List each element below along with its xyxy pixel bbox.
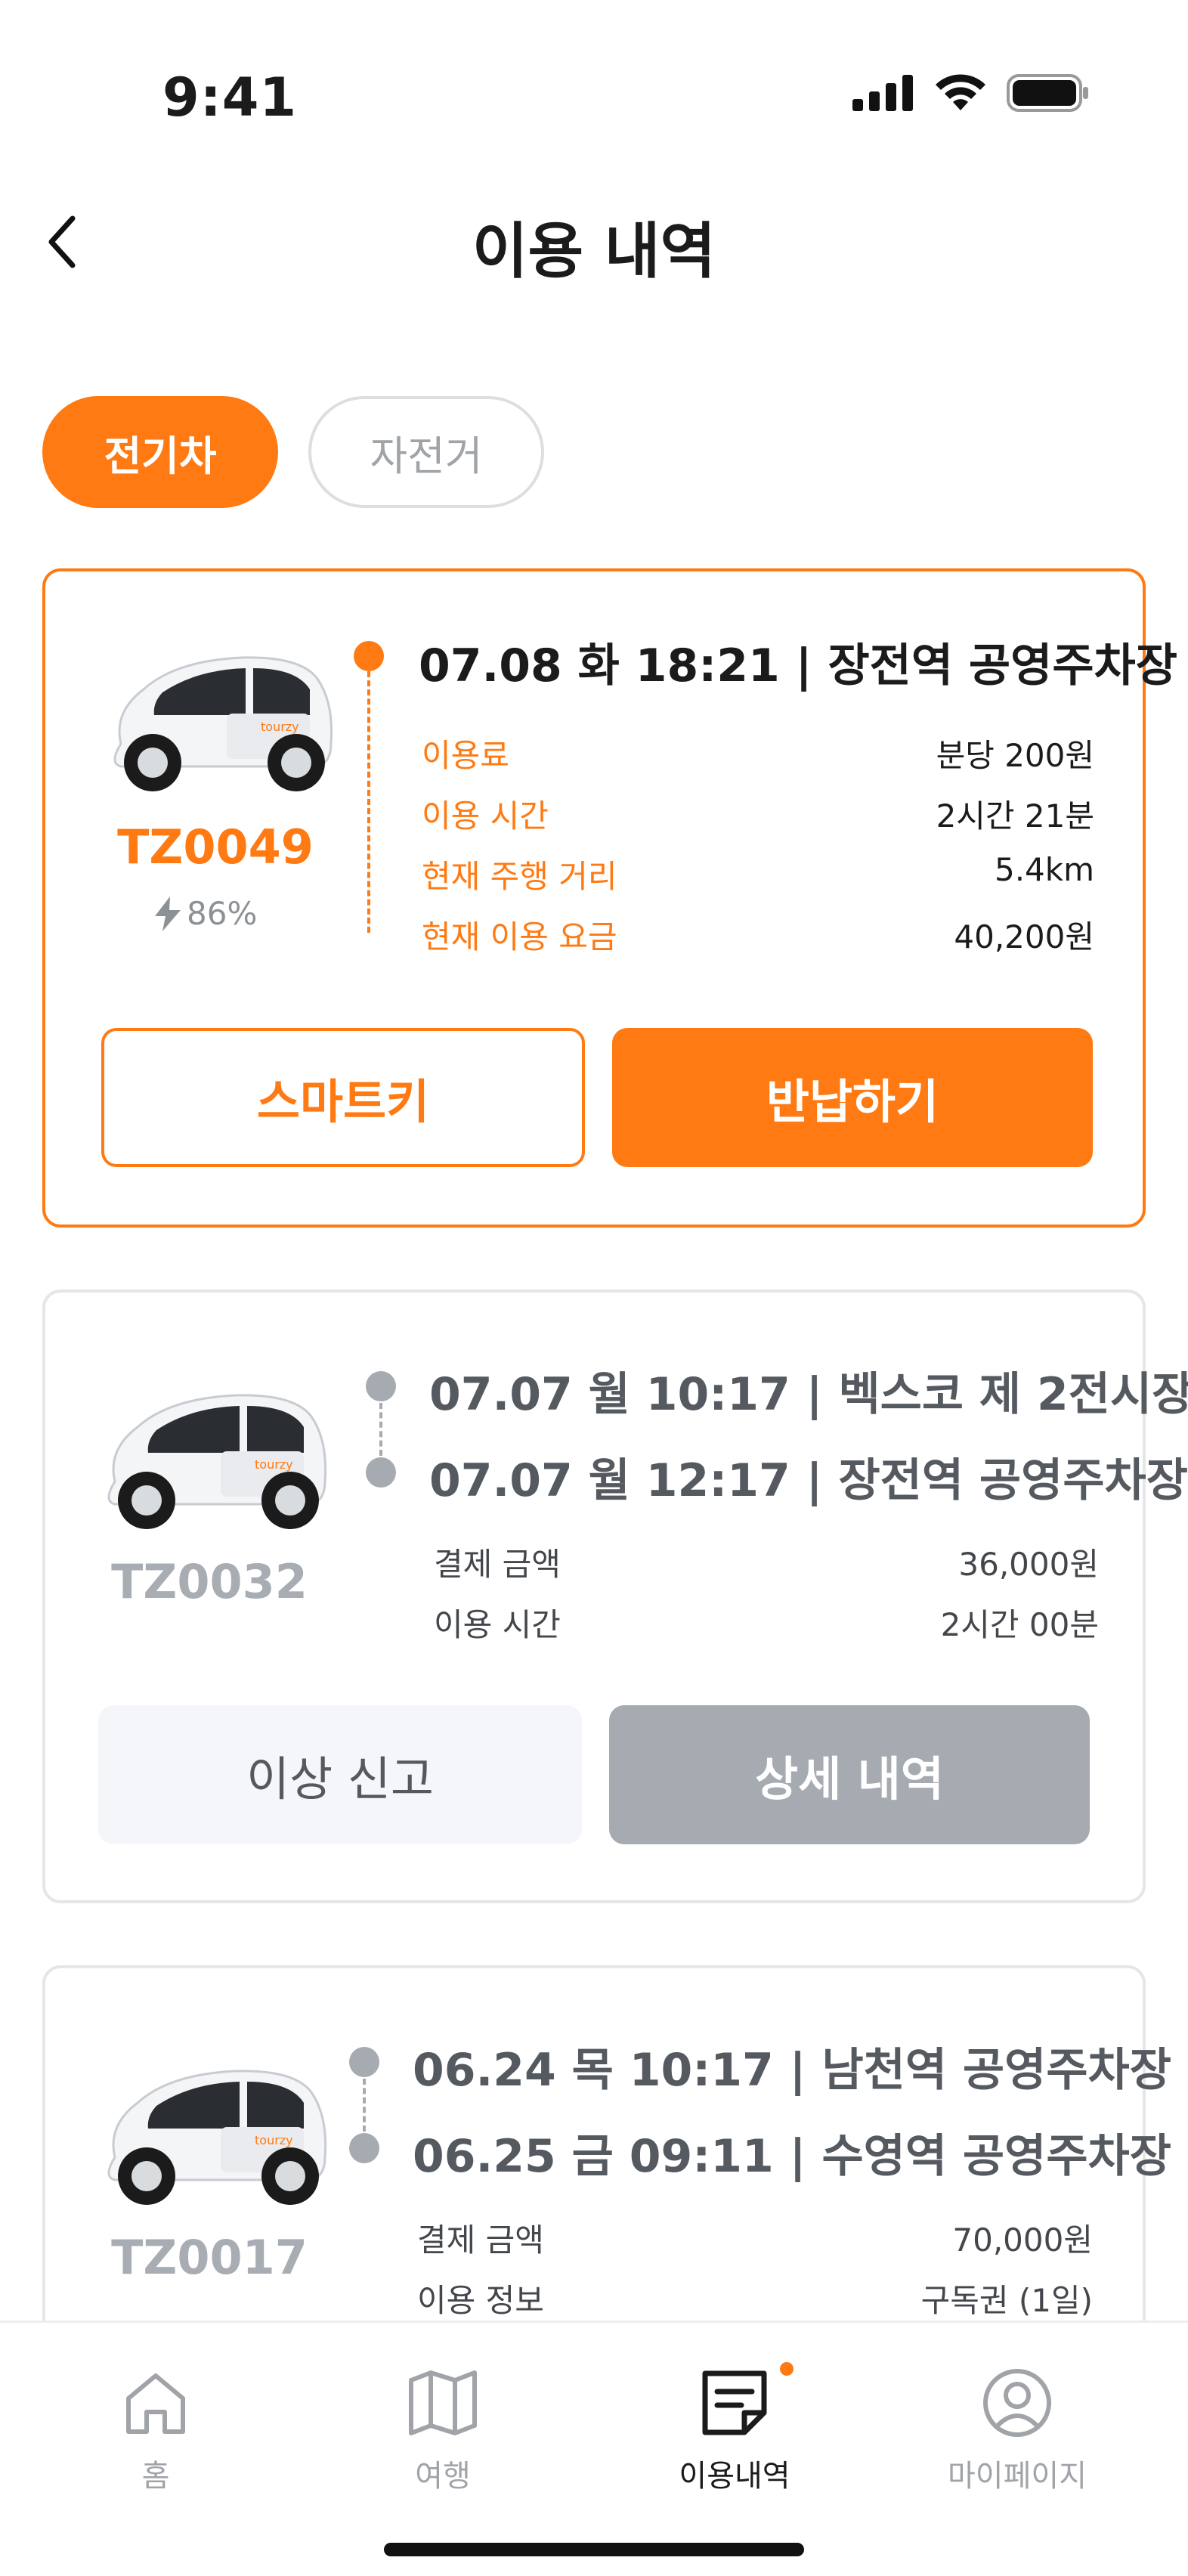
- detail-value: 분당 200원: [936, 737, 1094, 774]
- battery-level: 86%: [155, 895, 257, 932]
- status-icons: [852, 74, 1090, 112]
- page-title: 이용 내역: [472, 216, 716, 286]
- detail-label: 이용 시간: [434, 1606, 561, 1643]
- detail-label: 현재 이용 요금: [422, 918, 617, 955]
- vehicle-code: TZ0049: [117, 819, 314, 875]
- detail-value: 36,000원: [958, 1546, 1099, 1583]
- detail-value: 2시간 21분: [936, 797, 1094, 834]
- detail-row: 현재 이용 요금 40,200원: [422, 912, 1094, 958]
- detail-label: 이용료: [422, 737, 509, 774]
- notification-dot: [780, 2362, 794, 2376]
- return-button[interactable]: 반납하기: [612, 1028, 1093, 1167]
- timeline-start-dot: [366, 1371, 396, 1401]
- detail-label: 현재 주행 거리: [422, 858, 617, 895]
- screen: 9:41 이용 내역 전기차 자전거 tourzy TZ0049 86% 07.…: [0, 0, 1188, 2576]
- detail-row: 현재 주행 거리 5.4km: [422, 851, 1094, 897]
- status-time: 9:41: [162, 67, 298, 128]
- detail-value: 2시간 00분: [940, 1606, 1099, 1643]
- car-image: tourzy: [113, 656, 333, 791]
- timeline-start-dot: [349, 2047, 379, 2077]
- detail-value: 구독권 (1일): [920, 2282, 1093, 2319]
- detail-row: 결제 금액 36,000원: [434, 1539, 1099, 1585]
- trip-start: 06.24 목 10:17 | 남천역 공영주차장: [413, 2044, 1171, 2097]
- timeline-start-dot: [354, 641, 384, 671]
- map-icon: [405, 2365, 481, 2441]
- history-card[interactable]: tourzy TZ0032 07.07 월 10:17 | 벡스코 제 2전시장…: [42, 1290, 1188, 1903]
- svg-text:tourzy: tourzy: [255, 2133, 293, 2147]
- detail-row: 이용 정보 구독권 (1일): [417, 2275, 1093, 2321]
- lightning-icon: [155, 896, 181, 931]
- detail-value: 70,000원: [952, 2221, 1093, 2259]
- vehicle-code: TZ0032: [111, 1554, 308, 1609]
- timeline-line: [367, 671, 370, 933]
- nav-history-label: 이용내역: [679, 2459, 790, 2494]
- nav-home-label: 홈: [141, 2459, 170, 2494]
- timeline-end-dot: [366, 1457, 396, 1488]
- trip-end: 06.25 금 09:11 | 수영역 공영주차장: [413, 2130, 1171, 2183]
- profile-icon: [979, 2365, 1055, 2441]
- detail-label: 결제 금액: [434, 1546, 561, 1583]
- active-rental-card: tourzy TZ0049 86% 07.08 화 18:21 | 장전역 공영…: [42, 568, 1177, 1228]
- detail-row: 이용료 분당 200원: [422, 730, 1094, 776]
- nav-trip-label: 여행: [415, 2459, 471, 2494]
- detail-row: 이용 시간 2시간 00분: [434, 1599, 1099, 1646]
- signal-icon: [852, 75, 913, 111]
- detail-value: 40,200원: [954, 918, 1094, 955]
- trip-start: 07.08 화 18:21 | 장전역 공영주차장: [419, 639, 1177, 692]
- svg-text:tourzy: tourzy: [261, 720, 299, 734]
- nav-mypage[interactable]: 마이페이지: [904, 2365, 1131, 2495]
- detail-button[interactable]: 상세 내역: [609, 1705, 1090, 1844]
- home-icon: [118, 2365, 193, 2441]
- trip-start: 07.07 월 10:17 | 벡스코 제 2전시장: [429, 1368, 1188, 1421]
- car-image: tourzy: [107, 2070, 327, 2205]
- nav-history[interactable]: 이용내역: [621, 2365, 848, 2495]
- tab-bike[interactable]: 자전거: [308, 396, 544, 508]
- receipt-icon: [697, 2365, 772, 2441]
- detail-row: 결제 금액 70,000원: [417, 2215, 1093, 2261]
- car-image: tourzy: [107, 1394, 327, 1529]
- vehicle-code: TZ0017: [111, 2230, 308, 2285]
- bottom-nav: 홈 여행 이용내역 마이페이지: [0, 2321, 1188, 2576]
- wifi-icon: [936, 74, 985, 110]
- home-indicator: [384, 2543, 804, 2556]
- detail-label: 이용 정보: [417, 2282, 544, 2319]
- detail-value: 5.4km: [994, 851, 1094, 888]
- nav-home[interactable]: 홈: [42, 2365, 269, 2495]
- tab-ev[interactable]: 전기차: [42, 396, 278, 508]
- svg-text:tourzy: tourzy: [255, 1457, 293, 1472]
- report-button[interactable]: 이상 신고: [98, 1705, 582, 1844]
- timeline-end-dot: [349, 2133, 379, 2163]
- timeline-line: [379, 1403, 382, 1456]
- timeline-line: [363, 2079, 366, 2132]
- detail-row: 이용 시간 2시간 21분: [422, 791, 1094, 837]
- battery-percent: 86%: [187, 895, 258, 932]
- nav-mypage-label: 마이페이지: [948, 2459, 1087, 2494]
- nav-trip[interactable]: 여행: [329, 2365, 556, 2495]
- detail-label: 이용 시간: [422, 797, 549, 834]
- smart-key-button[interactable]: 스마트키: [101, 1028, 585, 1167]
- battery-icon: [1007, 74, 1088, 112]
- trip-end: 07.07 월 12:17 | 장전역 공영주차장: [429, 1454, 1188, 1507]
- detail-label: 결제 금액: [417, 2221, 544, 2259]
